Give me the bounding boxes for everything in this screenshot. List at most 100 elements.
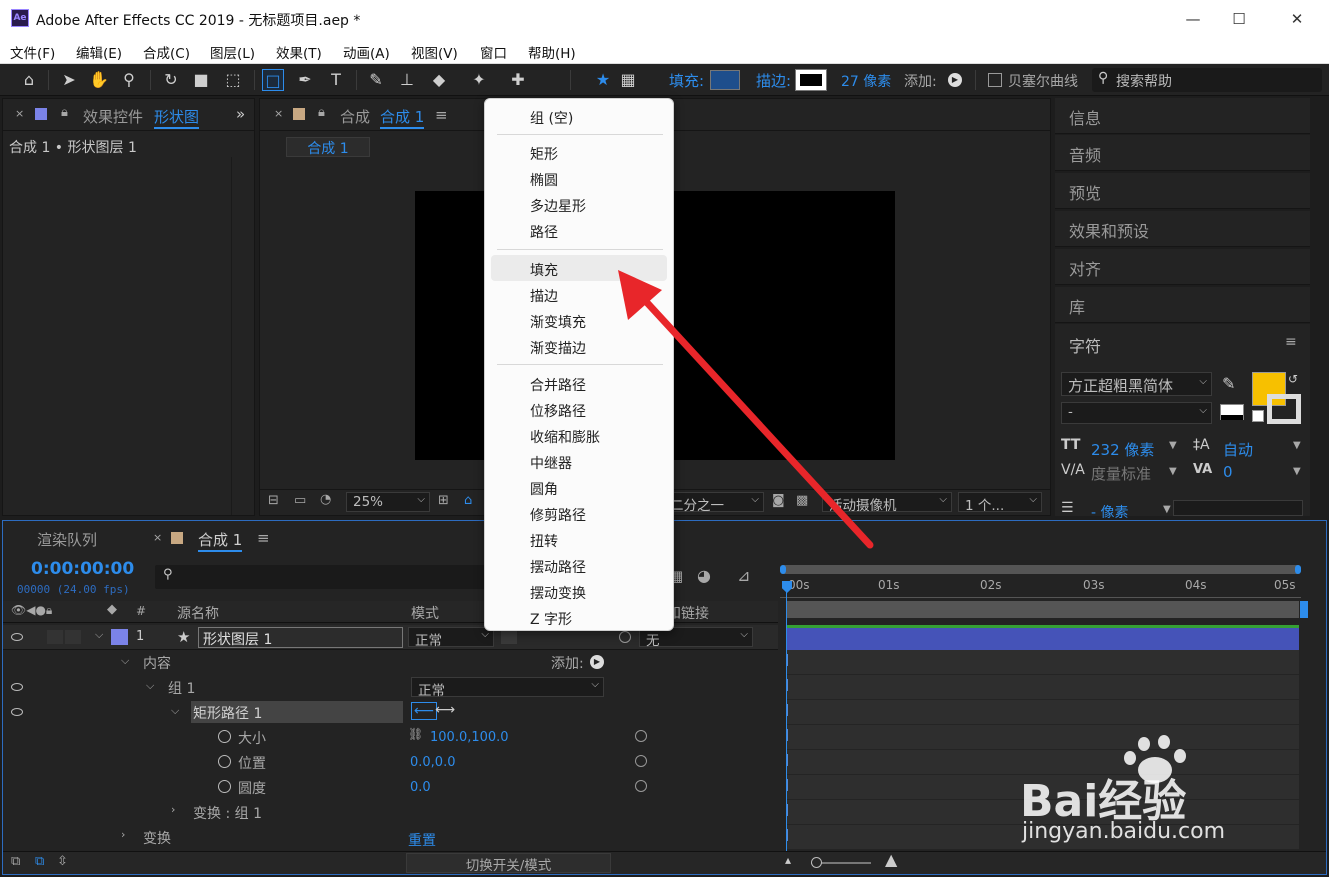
transform-row[interactable]: › 变换 重置	[3, 825, 778, 850]
add-content-label[interactable]: 添加:	[551, 653, 584, 673]
eyedropper-icon[interactable]: ✎	[1222, 374, 1235, 393]
no-fill-swatch[interactable]	[1252, 410, 1264, 422]
chevron-down-icon[interactable]: ▼	[1293, 466, 1301, 477]
search-help-field[interactable]: ⚲ 搜索帮助	[1092, 68, 1322, 92]
close-tab-icon[interactable]: ×	[153, 531, 162, 544]
composition-tab-label[interactable]: 合成	[340, 106, 370, 127]
layer-label-color[interactable]	[111, 629, 128, 645]
motion-blur-icon[interactable]: ◕	[697, 566, 711, 585]
playhead-line[interactable]	[786, 591, 787, 851]
path-direction-reverse-icon[interactable]: ⟷	[433, 702, 457, 718]
menu-layer[interactable]: 图层(L)	[210, 42, 255, 62]
mask-icon[interactable]: ◔	[320, 492, 331, 507]
add-content-icon[interactable]: ▶	[590, 655, 604, 669]
expression-pickwhip-icon[interactable]	[635, 755, 647, 767]
roundness-row[interactable]: 圆度 0.0	[3, 775, 778, 800]
menu-item-merge-paths[interactable]: 合并路径	[530, 375, 586, 395]
stopwatch-icon[interactable]	[218, 780, 231, 793]
current-time-display[interactable]: 0:00:00:00	[31, 559, 134, 579]
menu-item-ellipse[interactable]: 椭圆	[530, 170, 558, 190]
contents-row[interactable]: ⌵ 内容 添加: ▶	[3, 650, 778, 675]
stroke-label[interactable]: 描边:	[756, 70, 791, 91]
rotate-tool-icon[interactable]: ↻	[160, 69, 182, 91]
mask-path-icon[interactable]: ⌂	[464, 493, 472, 508]
close-button[interactable]: ✕	[1274, 6, 1320, 32]
tracking-value[interactable]: 0	[1223, 463, 1233, 481]
panel-overflow-icon[interactable]: »	[236, 105, 245, 123]
clone-stamp-tool-icon[interactable]: ⊥	[396, 69, 418, 91]
menu-help[interactable]: 帮助(H)	[528, 42, 576, 62]
menu-item-gradient-stroke[interactable]: 渐变描边	[530, 338, 586, 358]
group-blend-mode-dropdown[interactable]: 正常 ⌵	[411, 677, 604, 699]
menu-animation[interactable]: 动画(A)	[343, 42, 390, 62]
close-tab-icon[interactable]: ×	[15, 107, 24, 120]
visibility-eye-icon[interactable]	[11, 633, 23, 641]
visibility-eye-icon[interactable]	[11, 708, 23, 716]
zoom-in-icon[interactable]: ▲	[885, 850, 897, 869]
expression-pickwhip-icon[interactable]	[635, 730, 647, 742]
kerning-value[interactable]: 度量标准	[1091, 463, 1151, 484]
property-tracks[interactable]	[786, 650, 1299, 850]
menu-view[interactable]: 视图(V)	[411, 42, 458, 62]
menu-composition[interactable]: 合成(C)	[143, 42, 190, 62]
menu-item-twist[interactable]: 扭转	[530, 531, 558, 551]
lock-toggle[interactable]	[65, 630, 81, 644]
size-value[interactable]: 100.0,100.0	[430, 730, 509, 745]
menu-item-pucker-bloat[interactable]: 收缩和膨胀	[530, 427, 600, 447]
stroke-style-dropdown[interactable]	[1173, 500, 1303, 516]
work-area-end-handle[interactable]	[1295, 565, 1301, 574]
views-dropdown[interactable]: 1 个... ⌵	[958, 492, 1042, 514]
roto-brush-tool-icon[interactable]: ✦	[468, 69, 490, 91]
menu-item-polystar[interactable]: 多边星形	[530, 196, 586, 216]
menu-item-path[interactable]: 路径	[530, 222, 558, 242]
expand-chevron-icon[interactable]: ⌵	[146, 679, 154, 693]
layer-switches-icon[interactable]: ⧉	[11, 854, 20, 869]
home-icon[interactable]: ⌂	[18, 69, 40, 91]
layer-mode-dropdown[interactable]: 正常 ⌵	[408, 627, 494, 649]
monitor-icon[interactable]: ▭	[294, 493, 306, 508]
stroke-color-swatch[interactable]	[795, 69, 827, 91]
chevron-down-icon[interactable]: ▼	[1293, 440, 1301, 451]
position-row[interactable]: 位置 0.0,0.0	[3, 750, 778, 775]
font-style-dropdown[interactable]: - ⌵	[1061, 402, 1212, 424]
stroke-width-char-value[interactable]: - 像素	[1091, 502, 1129, 522]
transfer-controls-icon[interactable]: ⧉	[35, 854, 44, 869]
lock-icon[interactable]: 🔒︎	[318, 105, 325, 120]
text-tool-icon[interactable]: T	[325, 69, 347, 91]
selection-tool-icon[interactable]: ➤	[58, 69, 80, 91]
chevron-down-icon[interactable]: ▼	[1169, 440, 1177, 451]
menu-effect[interactable]: 效果(T)	[276, 42, 322, 62]
track-matte-toggle[interactable]	[501, 630, 517, 644]
menu-item-offset-paths[interactable]: 位移路径	[530, 401, 586, 421]
column-source-name[interactable]: 源名称	[177, 603, 219, 623]
menu-item-zig-zag[interactable]: Z 字形	[530, 609, 572, 629]
add-menu-icon[interactable]: ▶	[948, 73, 962, 87]
zoom-dropdown[interactable]: 25% ⌵	[346, 492, 430, 512]
group-transform-row[interactable]: › 变换 : 组 1	[3, 800, 778, 825]
lock-icon[interactable]: 🔒︎	[61, 105, 68, 120]
menu-edit[interactable]: 编辑(E)	[76, 42, 122, 62]
star-icon[interactable]: ★	[592, 69, 614, 91]
menu-item-repeater[interactable]: 中继器	[530, 453, 572, 473]
zoom-tool-icon[interactable]: ⚲	[118, 69, 140, 91]
stopwatch-icon[interactable]	[218, 755, 231, 768]
transparency-grid-icon[interactable]: ▩	[796, 493, 808, 508]
effect-controls-tab-label[interactable]: 效果控件	[83, 106, 143, 127]
eraser-tool-icon[interactable]: ◆	[428, 69, 450, 91]
stroke-width-text[interactable]: 27 像素	[841, 74, 891, 90]
collapse-chevron-icon[interactable]: ›	[171, 803, 175, 816]
stopwatch-icon[interactable]	[218, 730, 231, 743]
timeline-comp-tab[interactable]: 合成 1	[198, 529, 243, 552]
brush-tool-icon[interactable]: ✎	[365, 69, 387, 91]
expand-chevron-icon[interactable]: ⌵	[95, 628, 103, 642]
roundness-value[interactable]: 0.0	[410, 780, 431, 795]
panel-menu-icon[interactable]: ≡	[1285, 334, 1297, 350]
parent-pickwhip-icon[interactable]	[619, 631, 631, 643]
rectangle-tool-icon[interactable]: □	[262, 69, 284, 91]
minimize-button[interactable]: —	[1170, 6, 1216, 32]
reset-link[interactable]: 重置	[408, 830, 436, 850]
menu-item-group-empty[interactable]: 组 (空)	[530, 108, 573, 128]
effects-presets-panel[interactable]: 效果和预设	[1055, 211, 1310, 247]
menu-item-gradient-fill[interactable]: 渐变填充	[530, 312, 586, 332]
composition-nav-chip[interactable]: 合成 1	[286, 137, 370, 157]
